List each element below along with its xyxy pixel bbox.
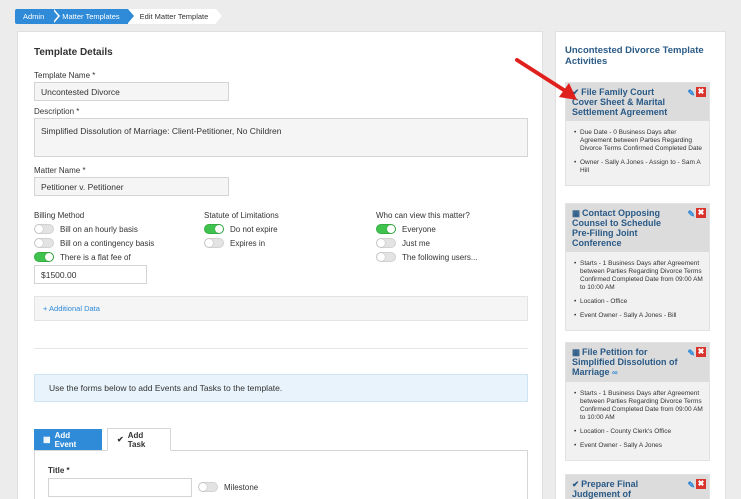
- activity-title: File Family Court Cover Sheet & Marital …: [572, 87, 668, 117]
- just-me-toggle[interactable]: [376, 238, 396, 248]
- billing-method-label: Billing Method: [34, 211, 85, 220]
- checkmark-icon: ✔: [117, 435, 124, 444]
- breadcrumb-matter-templates[interactable]: Matter Templates: [52, 9, 137, 24]
- annotation-arrow-icon: [515, 58, 577, 100]
- breadcrumb: Admin Matter Templates Edit Matter Templ…: [15, 9, 222, 24]
- statute-label: Statute of Limitations: [204, 211, 279, 220]
- statute-expires-in-option[interactable]: Expires in: [204, 238, 265, 248]
- activity-title: Contact Opposing Counsel to Schedule Pre…: [572, 208, 662, 248]
- following-users-toggle[interactable]: [376, 252, 396, 262]
- flat-fee-toggle[interactable]: [34, 252, 54, 262]
- template-details-panel: Template Details Template Name * Unconte…: [17, 31, 543, 499]
- expires-in-toggle[interactable]: [204, 238, 224, 248]
- activity-card-header[interactable]: ▦ Contact Opposing Counsel to Schedule Pr…: [566, 204, 709, 252]
- billing-hourly-option[interactable]: Bill on an hourly basis: [34, 224, 138, 234]
- section-title: Template Details: [34, 47, 113, 58]
- visibility-label: Who can view this matter?: [376, 211, 470, 220]
- activity-detail: Location - County Clerk's Office: [574, 428, 703, 436]
- pencil-icon[interactable]: ✎: [687, 88, 695, 98]
- delete-icon[interactable]: ✖: [696, 479, 706, 489]
- contingency-toggle[interactable]: [34, 238, 54, 248]
- link-icon: ∞: [612, 368, 618, 377]
- visibility-everyone-label: Everyone: [402, 224, 436, 234]
- activity-card-header[interactable]: ✔ Prepare Final Judgement of ✎ ✖: [566, 475, 709, 499]
- template-name-input[interactable]: Uncontested Divorce: [34, 82, 229, 101]
- tab-add-event-label: Add Event: [54, 430, 77, 449]
- task-title-label: Title *: [48, 466, 70, 475]
- flat-fee-input[interactable]: $1500.00: [34, 265, 147, 284]
- matter-name-input[interactable]: Petitioner v. Petitioner: [34, 177, 229, 196]
- billing-hourly-label: Bill on an hourly basis: [60, 224, 138, 234]
- statute-do-not-expire-label: Do not expire: [230, 224, 278, 234]
- activity-title: File Petition for Simplified Dissolution…: [572, 347, 678, 377]
- activity-card: ▦ File Petition for Simplified Dissolutio…: [565, 342, 710, 461]
- breadcrumb-admin[interactable]: Admin: [15, 9, 61, 24]
- visibility-just-me-option[interactable]: Just me: [376, 238, 430, 248]
- hourly-toggle[interactable]: [34, 224, 54, 234]
- activity-detail: Due Date - 0 Business Days after Agreeme…: [574, 129, 703, 153]
- activity-card: ✔ File Family Court Cover Sheet & Marital…: [565, 82, 710, 186]
- visibility-just-me-label: Just me: [402, 238, 431, 248]
- tab-add-task-label: Add Task: [127, 430, 146, 449]
- activity-card-header[interactable]: ✔ File Family Court Cover Sheet & Marital…: [566, 83, 709, 121]
- description-textarea[interactable]: Simplified Dissolution of Marriage: Clie…: [34, 118, 528, 157]
- activity-detail: Starts - 1 Business Days after Agreement…: [574, 260, 703, 292]
- delete-icon[interactable]: ✖: [696, 347, 706, 357]
- activity-card: ✔ Prepare Final Judgement of ✎ ✖: [565, 474, 710, 499]
- calendar-icon: ▦: [572, 347, 581, 357]
- activity-detail: Location - Office: [574, 298, 703, 306]
- milestone-option[interactable]: Milestone: [198, 482, 258, 492]
- checkmark-icon: ✔: [572, 479, 580, 489]
- billing-contingency-label: Bill on a contingency basis: [60, 238, 155, 248]
- billing-flat-fee-option[interactable]: There is a flat fee of: [34, 252, 131, 262]
- activity-detail: Starts - 1 Business Days after Agreement…: [574, 390, 703, 422]
- template-name-label: Template Name *: [34, 71, 96, 80]
- delete-icon[interactable]: ✖: [696, 208, 706, 218]
- activity-card: ▦ Contact Opposing Counsel to Schedule Pr…: [565, 203, 710, 331]
- billing-contingency-option[interactable]: Bill on a contingency basis: [34, 238, 154, 248]
- info-banner: Use the forms below to add Events and Ta…: [34, 374, 528, 402]
- delete-icon[interactable]: ✖: [696, 87, 706, 97]
- activities-title: Uncontested Divorce Template Activities: [565, 45, 704, 67]
- breadcrumb-current: Edit Matter Template: [127, 9, 222, 24]
- activity-detail: Event Owner - Sally A Jones: [574, 442, 703, 450]
- pencil-icon[interactable]: ✎: [687, 209, 695, 219]
- billing-flat-fee-label: There is a flat fee of: [60, 252, 131, 262]
- do-not-expire-toggle[interactable]: [204, 224, 224, 234]
- calendar-icon: ▦: [43, 435, 51, 444]
- activity-title: Prepare Final Judgement of: [572, 479, 639, 499]
- tab-add-event[interactable]: ▦ Add Event: [34, 429, 102, 450]
- activity-card-header[interactable]: ▦ File Petition for Simplified Dissolutio…: [566, 343, 709, 382]
- visibility-following-users-label: The following users...: [402, 252, 478, 262]
- task-form: Title * Milestone: [34, 450, 528, 499]
- statute-do-not-expire-option[interactable]: Do not expire: [204, 224, 278, 234]
- visibility-everyone-option[interactable]: Everyone: [376, 224, 436, 234]
- pencil-icon[interactable]: ✎: [687, 348, 695, 358]
- activity-detail: Event Owner - Sally A Jones - Bill: [574, 312, 703, 320]
- everyone-toggle[interactable]: [376, 224, 396, 234]
- matter-name-label: Matter Name *: [34, 166, 86, 175]
- pencil-icon[interactable]: ✎: [687, 480, 695, 490]
- milestone-label: Milestone: [224, 482, 259, 492]
- tab-add-task[interactable]: ✔ Add Task: [107, 428, 171, 451]
- milestone-toggle[interactable]: [198, 482, 218, 492]
- divider: [34, 348, 528, 349]
- statute-expires-in-label: Expires in: [230, 238, 266, 248]
- visibility-following-users-option[interactable]: The following users...: [376, 252, 478, 262]
- additional-data-toggle[interactable]: + Additional Data: [34, 296, 528, 321]
- activity-detail: Owner - Sally A Jones - Assign to - Sam …: [574, 159, 703, 175]
- calendar-icon: ▦: [572, 208, 581, 218]
- task-title-input[interactable]: [48, 478, 192, 497]
- description-label: Description *: [34, 107, 80, 116]
